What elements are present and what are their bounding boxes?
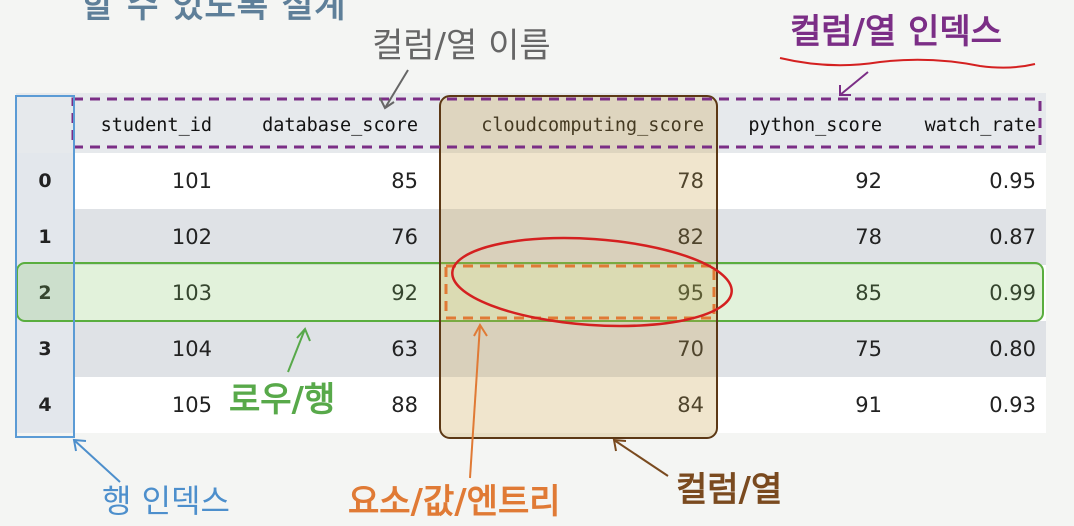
column-index-arrow xyxy=(839,71,869,96)
table-cell: 101 xyxy=(171,169,212,193)
table-cell: 85 xyxy=(391,169,418,193)
row-index: 3 xyxy=(16,321,74,377)
column-arrow xyxy=(613,439,669,477)
table-cell: 0.87 xyxy=(989,225,1036,249)
column-header: database_score xyxy=(262,115,418,136)
table-row: 2 103 92 95 85 0.99 xyxy=(16,265,1046,321)
table-cell: 63 xyxy=(391,337,418,361)
slide-title-partial: 할 수 있도록 설계 xyxy=(82,0,347,26)
table-cell: 0.95 xyxy=(989,169,1036,193)
table-cell: 92 xyxy=(855,169,882,193)
column-header: student_id xyxy=(100,115,212,136)
table-header-row: student_id database_score cloudcomputing… xyxy=(16,98,1046,154)
column-header: watch_rate xyxy=(924,115,1036,136)
table-cell: 70 xyxy=(677,337,704,361)
table-cell: 75 xyxy=(855,337,882,361)
column-header: cloudcomputing_score xyxy=(481,115,704,136)
table-cell: 78 xyxy=(855,225,882,249)
entry-label: 요소/값/엔트리 xyxy=(348,482,561,522)
red-squiggle xyxy=(779,57,1036,69)
table-cell: 76 xyxy=(391,225,418,249)
row-index: 4 xyxy=(16,377,74,433)
table-cell: 0.80 xyxy=(989,337,1036,361)
table-row: 1 102 76 82 78 0.87 xyxy=(16,209,1046,265)
table-cell: 92 xyxy=(391,281,418,305)
dataframe-table: student_id database_score cloudcomputing… xyxy=(16,93,1046,433)
table-cell: 105 xyxy=(171,393,212,417)
table-cell: 0.93 xyxy=(989,393,1036,417)
table-cell: 85 xyxy=(855,281,882,305)
row-index: 2 xyxy=(16,265,74,321)
table-cell: 0.99 xyxy=(989,281,1036,305)
row-index: 0 xyxy=(16,153,74,209)
table-row: 3 104 63 70 75 0.80 xyxy=(16,321,1046,377)
table-cell: 84 xyxy=(677,393,704,417)
table-cell: 91 xyxy=(855,393,882,417)
table-cell: 82 xyxy=(677,225,704,249)
column-header: python_score xyxy=(748,115,882,136)
column-label: 컬럼/열 xyxy=(676,470,783,510)
row-index: 1 xyxy=(16,209,74,265)
table-cell: 78 xyxy=(677,169,704,193)
table-row: 0 101 85 78 92 0.95 xyxy=(16,153,1046,209)
table-cell: 102 xyxy=(171,225,212,249)
table-cell: 103 xyxy=(171,281,212,305)
row-label: 로우/행 xyxy=(229,380,336,420)
row-index-label: 행 인덱스 xyxy=(102,482,230,520)
column-index-label: 컬럼/열 인덱스 xyxy=(790,12,1002,52)
table-row: 4 105 88 84 91 0.93 xyxy=(16,377,1046,433)
table-cell: 95 xyxy=(677,281,704,305)
table-cell: 104 xyxy=(171,337,212,361)
column-name-label: 컬럼/열 이름 xyxy=(372,26,551,66)
